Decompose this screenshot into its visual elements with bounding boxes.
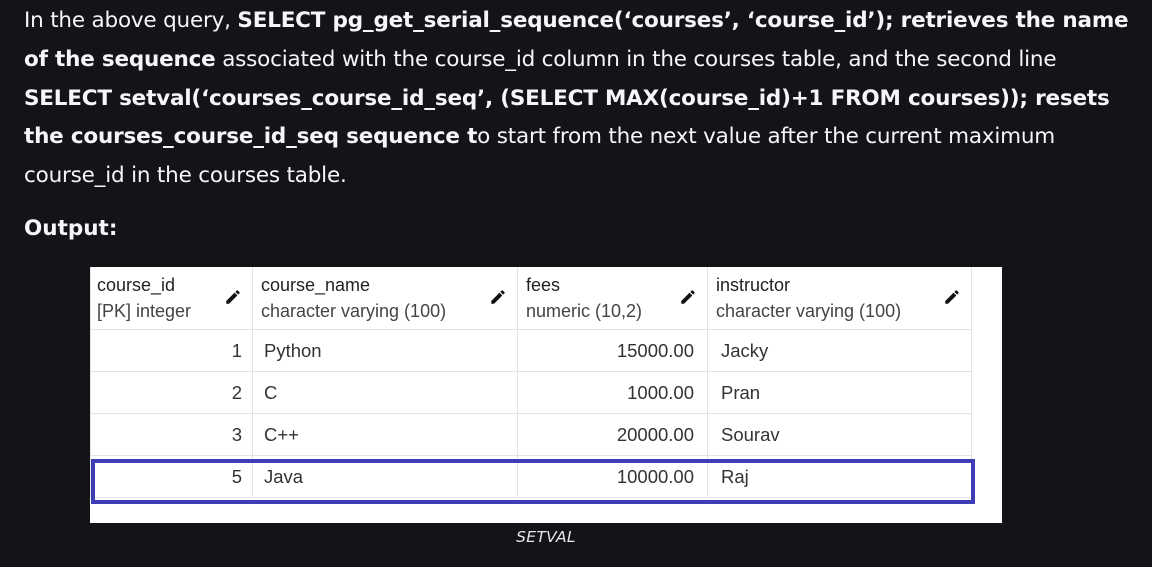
paragraph-text-1: In the above query, xyxy=(24,8,238,33)
output-label: Output: xyxy=(24,216,118,241)
cell-instructor[interactable]: Raj xyxy=(707,455,972,498)
cell-course-id[interactable]: 1 xyxy=(90,329,253,372)
cell-fees[interactable]: 20000.00 xyxy=(517,413,708,456)
column-name: course_name xyxy=(261,275,371,295)
column-name: instructor xyxy=(716,275,791,295)
cell-course-id[interactable]: 2 xyxy=(90,371,253,414)
pencil-icon[interactable] xyxy=(489,288,507,306)
column-type: numeric (10,2) xyxy=(526,301,643,321)
cell-instructor[interactable]: Pran xyxy=(707,371,972,414)
output-table-image: course_id [PK] integer course_name chara… xyxy=(90,267,1002,523)
table-row-highlighted: 5 Java 10000.00 Raj xyxy=(90,455,972,498)
cell-course-id[interactable]: 5 xyxy=(90,455,253,498)
column-name: course_id xyxy=(97,275,176,295)
cell-fees[interactable]: 10000.00 xyxy=(517,455,708,498)
figure-caption: SETVAL xyxy=(516,528,576,546)
table-header-row: course_id [PK] integer course_name chara… xyxy=(90,267,972,330)
cell-instructor[interactable]: Jacky xyxy=(707,329,972,372)
column-header-fees: fees numeric (10,2) xyxy=(517,267,708,330)
table-row: 3 C++ 20000.00 Sourav xyxy=(90,413,972,456)
pencil-icon[interactable] xyxy=(679,288,697,306)
column-header-instructor: instructor character varying (100) xyxy=(707,267,972,330)
paragraph-text-2: associated with the course_id column in … xyxy=(215,46,1057,72)
column-name: fees xyxy=(526,275,561,295)
cell-course-name[interactable]: Java xyxy=(252,455,518,498)
cell-course-name[interactable]: C xyxy=(252,371,518,414)
explanation-paragraph: In the above query, SELECT pg_get_serial… xyxy=(24,2,1134,196)
pencil-icon[interactable] xyxy=(224,288,242,306)
cell-course-name[interactable]: C++ xyxy=(252,413,518,456)
result-table: course_id [PK] integer course_name chara… xyxy=(90,267,972,498)
cell-course-name[interactable]: Python xyxy=(252,329,518,372)
cell-instructor[interactable]: Sourav xyxy=(707,413,972,456)
column-type: character varying (100) xyxy=(716,301,902,321)
cell-fees[interactable]: 15000.00 xyxy=(517,329,708,372)
table-row: 1 Python 15000.00 Jacky xyxy=(90,329,972,372)
table-row: 2 C 1000.00 Pran xyxy=(90,371,972,414)
column-header-course-name: course_name character varying (100) xyxy=(252,267,518,330)
cell-fees[interactable]: 1000.00 xyxy=(517,371,708,414)
pencil-icon[interactable] xyxy=(943,288,961,306)
column-type: [PK] integer xyxy=(97,301,192,321)
column-type: character varying (100) xyxy=(261,301,447,321)
cell-course-id[interactable]: 3 xyxy=(90,413,253,456)
column-header-course-id: course_id [PK] integer xyxy=(90,267,253,330)
